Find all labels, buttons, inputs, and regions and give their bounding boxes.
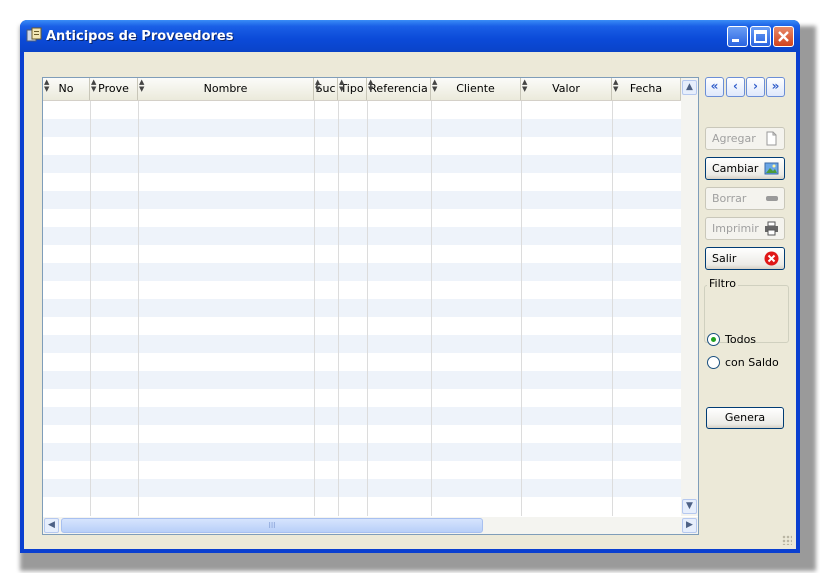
printer-icon [765, 221, 778, 236]
column-header-referencia[interactable]: ▲ ▼ Referencia [367, 78, 431, 100]
radio-con-saldo-label[interactable]: con Saldo [725, 356, 779, 369]
scroll-down-button[interactable]: ▼ [682, 499, 697, 514]
radio-todos-label[interactable]: Todos [725, 333, 756, 346]
genera-button[interactable]: Genera [706, 407, 784, 429]
scroll-up-button[interactable]: ▲ [682, 80, 697, 95]
resize-grip[interactable] [782, 535, 792, 545]
new-document-icon [766, 131, 777, 146]
column-header-tipo[interactable]: ▲ ▼ Tipo [338, 78, 367, 100]
sort-icon: ▲ ▼ [368, 78, 374, 93]
column-header-fecha[interactable]: ▲ ▼ Fecha [612, 78, 681, 100]
filtro-legend: Filtro [707, 277, 738, 290]
minus-icon [766, 196, 778, 201]
close-icon [778, 31, 789, 42]
minimize-icon [732, 39, 739, 42]
agregar-label: Agregar [712, 132, 756, 145]
borrar-label: Borrar [712, 192, 747, 205]
anticipos-table[interactable]: ▲ ▼ No ▲ ▼ Prove ▲ ▼ Nombre ▲ ▼ Suc ▲ ▼ Tipo ▲ ▼ Ref… [42, 77, 699, 535]
radio-todos[interactable] [707, 333, 720, 346]
column-header-valor[interactable]: ▲ ▼ Valor [521, 78, 612, 100]
radio-con-saldo[interactable] [707, 356, 720, 369]
nav-last-button[interactable]: » [766, 77, 785, 97]
sort-icon: ▲ ▼ [91, 78, 97, 93]
imprimir-label: Imprimir [712, 222, 759, 235]
nav-prev-button[interactable]: ‹ [726, 77, 745, 97]
exit-icon [764, 251, 779, 266]
imprimir-button[interactable]: Imprimir [705, 217, 785, 240]
sort-icon: ▲ ▼ [522, 78, 528, 93]
vertical-scrollbar[interactable]: ▲ ▼ [681, 78, 698, 516]
nav-first-button[interactable]: « [705, 77, 724, 97]
window-title: Anticipos de Proveedores [46, 29, 234, 44]
title-bar[interactable]: Anticipos de Proveedores [20, 20, 800, 52]
column-header-prove[interactable]: ▲ ▼ Prove [90, 78, 138, 100]
sort-icon: ▲ ▼ [44, 78, 50, 93]
sort-icon: ▲ ▼ [315, 78, 321, 93]
sort-icon: ▲ ▼ [139, 78, 145, 93]
scroll-right-button[interactable]: ▶ [682, 518, 697, 533]
horizontal-scrollbar[interactable]: ◀ III ▶ [43, 517, 698, 534]
horizontal-scroll-thumb[interactable]: III [61, 518, 483, 533]
salir-label: Salir [712, 252, 737, 265]
column-header-nombre[interactable]: ▲ ▼ Nombre [138, 78, 314, 100]
main-window: Anticipos de Proveedores ▲ ▼ No ▲ ▼ Prove ▲ ▼… [20, 20, 800, 553]
client-area: ▲ ▼ No ▲ ▼ Prove ▲ ▼ Nombre ▲ ▼ Suc ▲ ▼ Tipo ▲ ▼ Ref… [24, 52, 796, 549]
column-header-no[interactable]: ▲ ▼ No [43, 78, 90, 100]
sort-icon: ▲ ▼ [613, 78, 619, 93]
maximize-icon [754, 30, 767, 43]
sort-icon: ▲ ▼ [339, 78, 345, 93]
agregar-button[interactable]: Agregar [705, 127, 785, 150]
salir-button[interactable]: Salir [705, 247, 785, 270]
column-header-suc[interactable]: ▲ ▼ Suc [314, 78, 338, 100]
cambiar-label: Cambiar [712, 162, 759, 175]
picture-icon [764, 162, 779, 175]
maximize-button[interactable] [750, 26, 771, 47]
radio-selected-dot [711, 337, 716, 342]
column-header-cliente[interactable]: ▲ ▼ Cliente [431, 78, 521, 100]
close-button[interactable] [773, 26, 794, 47]
table-header: ▲ ▼ No ▲ ▼ Prove ▲ ▼ Nombre ▲ ▼ Suc ▲ ▼ Tipo ▲ ▼ Ref… [43, 78, 681, 101]
scroll-left-button[interactable]: ◀ [44, 518, 59, 533]
cambiar-button[interactable]: Cambiar [705, 157, 785, 180]
minimize-button[interactable] [727, 26, 748, 47]
sort-icon: ▲ ▼ [432, 78, 438, 93]
app-icon [26, 27, 42, 42]
nav-next-button[interactable]: › [746, 77, 765, 97]
borrar-button[interactable]: Borrar [705, 187, 785, 210]
